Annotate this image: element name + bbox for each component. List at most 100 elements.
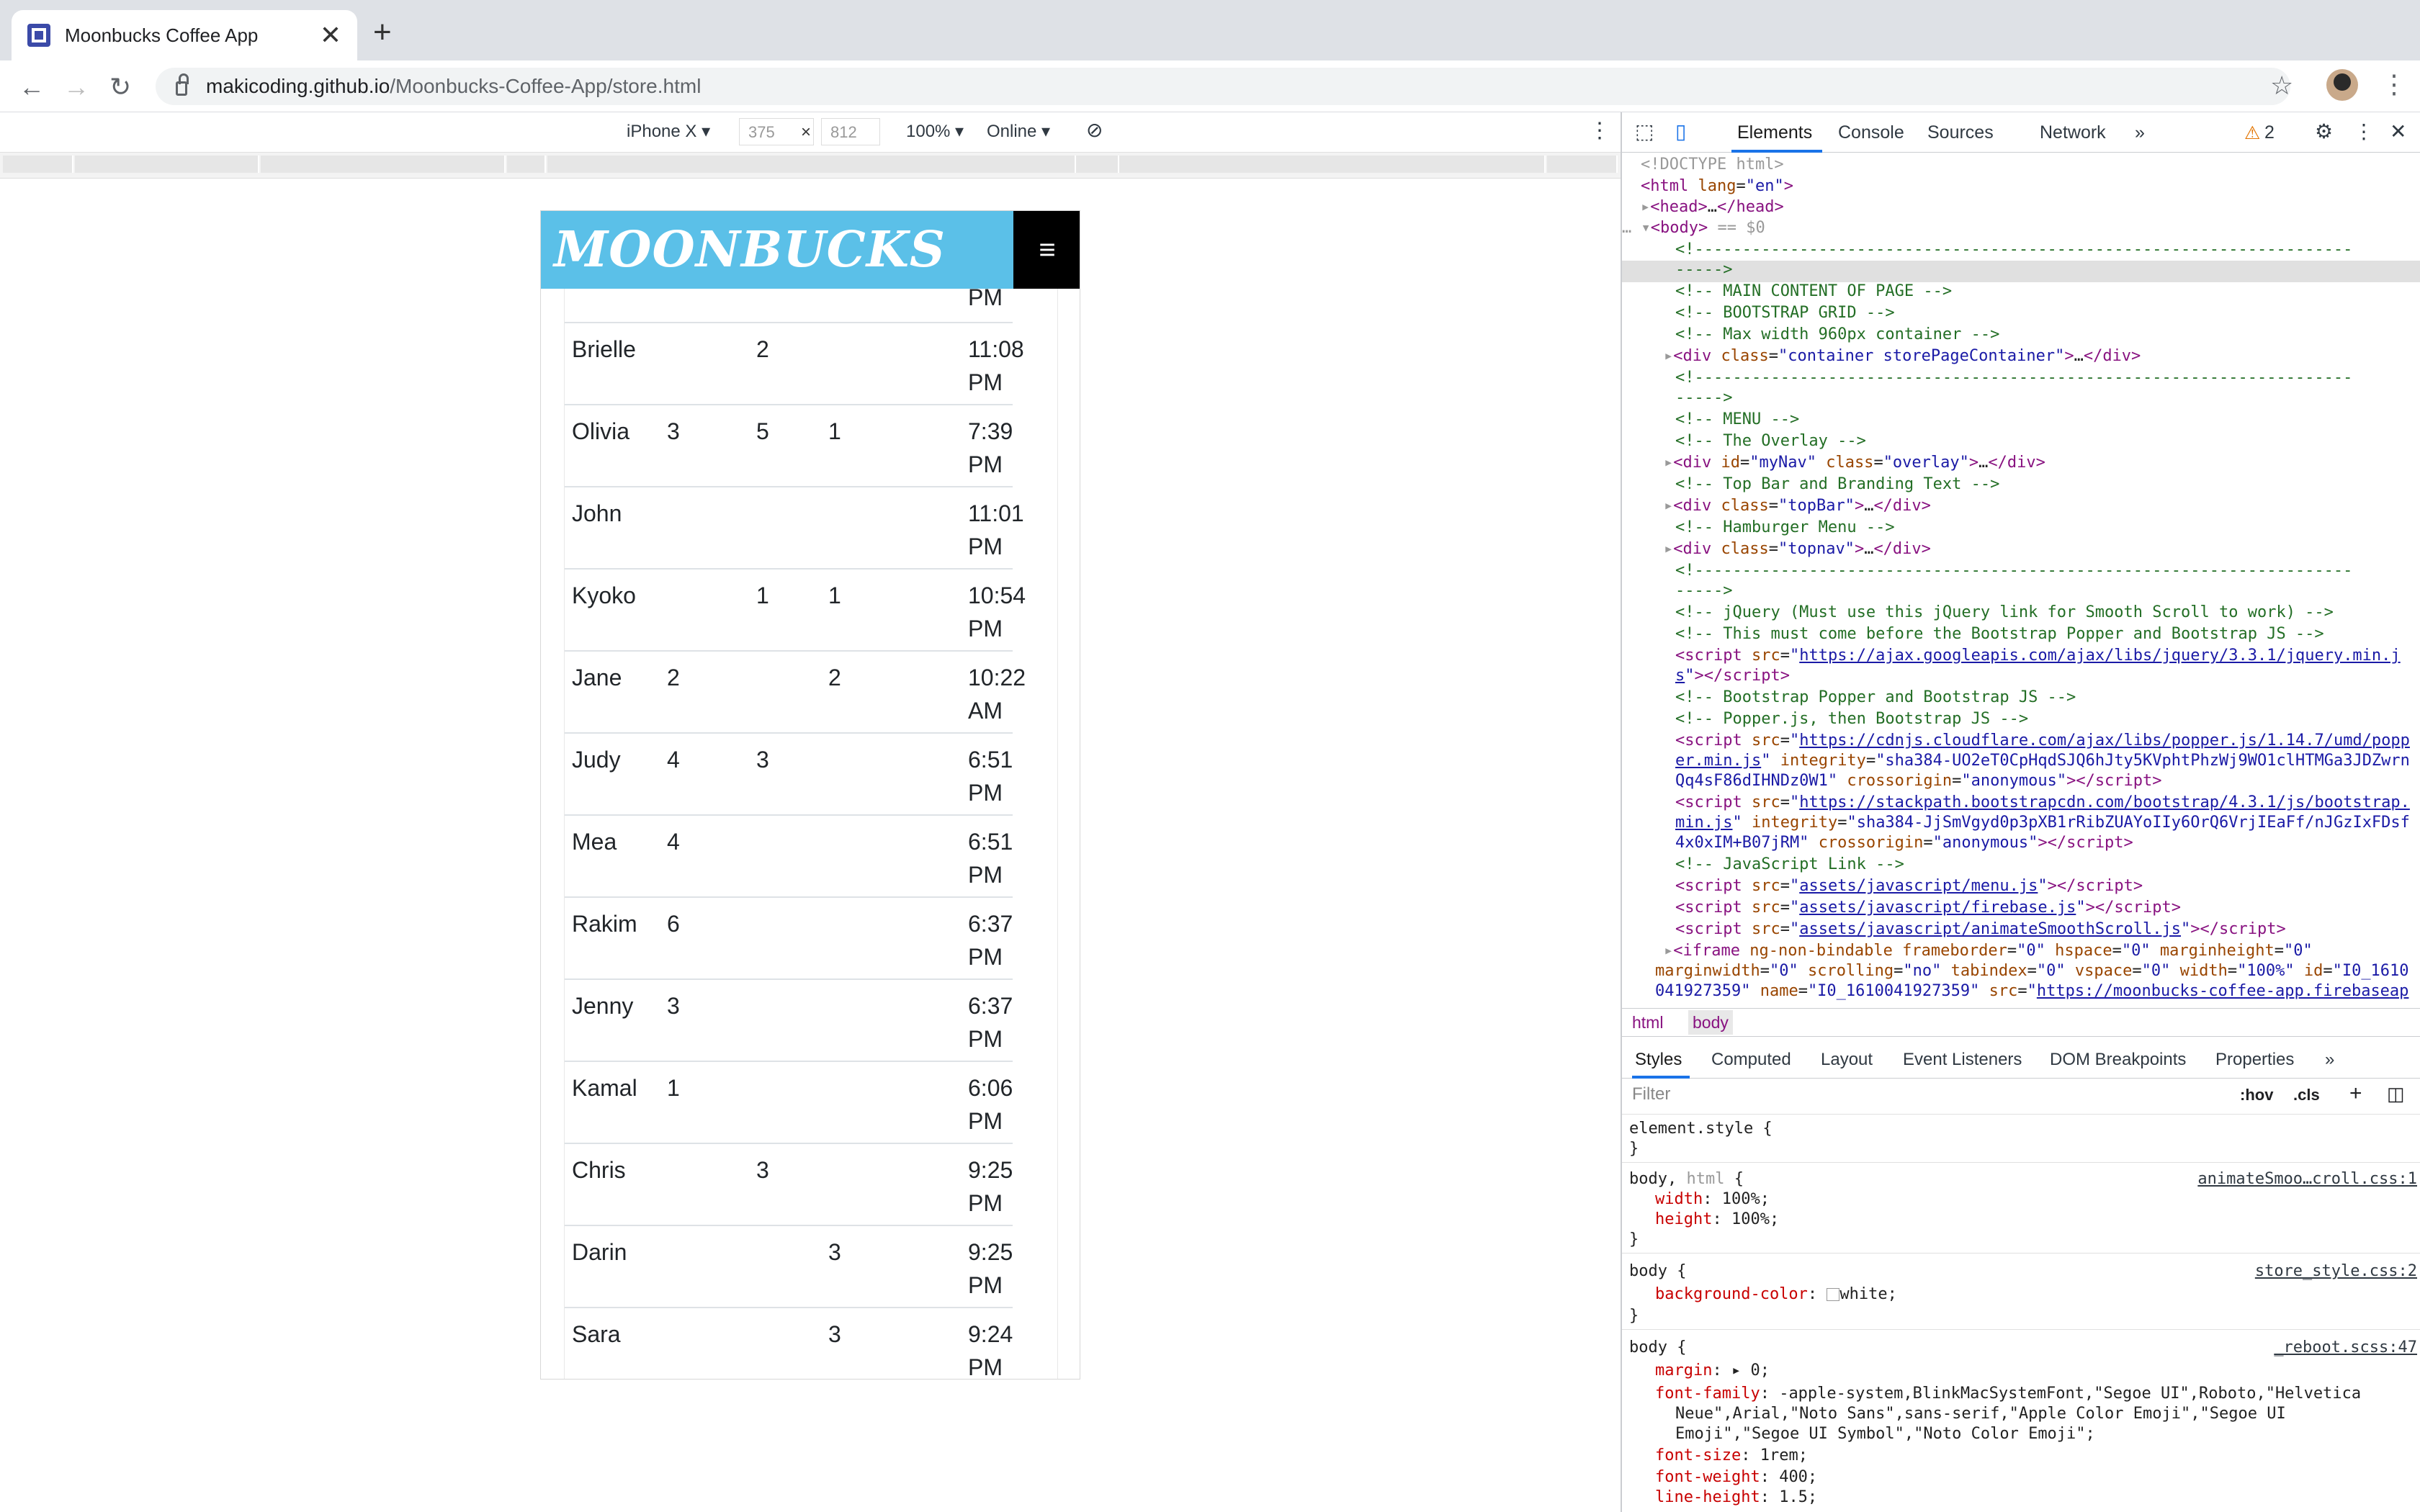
- browser-tab[interactable]: Moonbucks Coffee App ✕: [12, 10, 357, 60]
- quantity-a: 4: [667, 829, 680, 855]
- devtools-panel: ⬚ ▯ Elements Console Sources Network » ⚠…: [1621, 112, 2420, 1512]
- warning-count: 2: [2264, 122, 2275, 143]
- style-source-link[interactable]: animateSmoo…croll.css:1: [2197, 1169, 2417, 1189]
- styles-subtabs: Styles Computed Layout Event Listeners D…: [1622, 1041, 2420, 1079]
- quantity-a: 1: [667, 1075, 680, 1101]
- order-time: 6:06: [968, 1075, 1013, 1101]
- tab-event-listeners[interactable]: Event Listeners: [1903, 1050, 2022, 1070]
- tab-title: Moonbucks Coffee App: [65, 24, 259, 46]
- order-time-ampm: PM: [968, 534, 1003, 559]
- favicon-icon: [27, 24, 50, 47]
- styles-filter-input[interactable]: Filter: [1632, 1084, 2251, 1109]
- device-more-icon[interactable]: ⋮: [1589, 118, 1610, 143]
- tab-styles[interactable]: Styles: [1635, 1050, 1682, 1070]
- emulated-page: PM Brielle 2 11:08 PM Olivia 3 5 1 7:39 PM John 11:…: [540, 210, 1080, 1380]
- order-time-ampm: PM: [968, 944, 1003, 970]
- tab-elements[interactable]: Elements: [1737, 122, 1812, 143]
- back-icon[interactable]: ←: [19, 72, 45, 102]
- zoom-select[interactable]: 100% ▾: [906, 121, 964, 142]
- quantity-a: 2: [667, 665, 680, 690]
- url-host: makicoding.github.io: [206, 75, 390, 97]
- media-query-ruler: [0, 153, 1621, 179]
- device-toggle-icon[interactable]: ▯: [1675, 120, 1686, 143]
- order-time: 11:01: [968, 500, 1024, 526]
- customer-name: Olivia: [572, 418, 630, 444]
- new-tab-icon[interactable]: +: [373, 14, 392, 50]
- styles-pane: element.style { } body, html { animateSm…: [1622, 1115, 2420, 1512]
- dimension-times: ×: [801, 122, 812, 142]
- devtools-tabs: ⬚ ▯ Elements Console Sources Network » ⚠…: [1622, 112, 2420, 153]
- tab-sources[interactable]: Sources: [1927, 122, 1994, 143]
- profile-avatar[interactable]: [2326, 69, 2358, 101]
- tab-dom-breakpoints[interactable]: DOM Breakpoints: [2050, 1050, 2186, 1070]
- order-time-ampm: PM: [968, 1108, 1003, 1134]
- close-devtools-icon[interactable]: ✕: [2390, 120, 2406, 143]
- devtools-menu-icon[interactable]: ⋮: [2354, 120, 2374, 143]
- quantity-b: 3: [756, 747, 769, 773]
- table-row: Judy 4 3 6:51 PM: [565, 734, 1013, 816]
- address-bar[interactable]: makicoding.github.io/Moonbucks-Coffee-Ap…: [156, 68, 2290, 105]
- bookmark-star-icon[interactable]: ☆: [2270, 71, 2293, 101]
- rotate-icon[interactable]: ⊘: [1086, 118, 1103, 142]
- tab-strip: [0, 0, 2420, 60]
- close-tab-icon[interactable]: ✕: [320, 22, 341, 48]
- order-time: 11:08: [968, 336, 1024, 362]
- new-rule-icon[interactable]: +: [2349, 1081, 2362, 1106]
- orders-table: PM Brielle 2 11:08 PM Olivia 3 5 1 7:39 PM John 11:…: [564, 284, 1058, 1380]
- tab-properties[interactable]: Properties: [2215, 1050, 2294, 1070]
- device-select[interactable]: iPhone X ▾: [627, 121, 710, 142]
- order-time: 6:37: [968, 993, 1013, 1019]
- logo: MOONBUCKS: [554, 221, 946, 279]
- dom-breadcrumb: html body: [1622, 1008, 2420, 1037]
- order-time-ampm: PM: [968, 1272, 1003, 1298]
- quantity-c: 1: [828, 418, 841, 444]
- settings-gear-icon[interactable]: ⚙: [2315, 120, 2333, 143]
- selected-node-highlight: [1622, 261, 2420, 282]
- quantity-a: 3: [667, 993, 680, 1019]
- height-field[interactable]: 812: [821, 118, 880, 145]
- more-subtabs-icon[interactable]: »: [2325, 1050, 2334, 1070]
- order-time-ampm: AM: [968, 698, 1003, 724]
- forward-icon[interactable]: →: [63, 72, 89, 102]
- order-time: 9:25: [968, 1157, 1013, 1183]
- hamburger-menu-icon[interactable]: ≡: [1013, 211, 1080, 289]
- inspect-icon[interactable]: ⬚: [1635, 120, 1654, 143]
- browser-menu-icon[interactable]: ⋮: [2381, 69, 2407, 99]
- order-time-ampm: PM: [968, 1190, 1003, 1216]
- order-time-ampm: PM: [968, 1354, 1003, 1380]
- table-row: Chris 3 9:25 PM: [565, 1144, 1013, 1226]
- quantity-a: 3: [667, 418, 680, 444]
- table-row: Mea 4 6:51 PM: [565, 816, 1013, 898]
- style-source-link[interactable]: _reboot.scss:47: [2274, 1338, 2417, 1358]
- table-row: Sara 3 9:24 PM: [565, 1308, 1013, 1380]
- tab-layout[interactable]: Layout: [1821, 1050, 1873, 1070]
- quantity-b: 1: [756, 582, 769, 608]
- breadcrumb-body[interactable]: body: [1688, 1010, 1733, 1035]
- network-select[interactable]: Online ▾: [987, 121, 1050, 142]
- customer-name: Judy: [572, 747, 621, 773]
- customer-name: Kyoko: [572, 582, 636, 608]
- tab-computed[interactable]: Computed: [1711, 1050, 1791, 1070]
- tab-console[interactable]: Console: [1838, 122, 1904, 143]
- toggle-sidebar-icon[interactable]: ◫: [2387, 1083, 2405, 1105]
- customer-name: Rakim: [572, 911, 637, 937]
- customer-name: John: [572, 500, 622, 526]
- dom-tree: <!DOCTYPE html> <html lang="en"> ▸<head>…: [1622, 154, 2420, 1009]
- more-tabs-icon[interactable]: »: [2135, 122, 2145, 143]
- hov-toggle[interactable]: :hov: [2240, 1086, 2273, 1104]
- customer-name: Jenny: [572, 993, 634, 1019]
- quantity-b: 3: [756, 1157, 769, 1183]
- order-time-ampm: PM: [968, 780, 1003, 806]
- breadcrumb-html[interactable]: html: [1632, 1013, 1663, 1032]
- table-row: Kyoko 1 1 10:54 PM: [565, 570, 1026, 652]
- customer-name: Mea: [572, 829, 617, 855]
- order-time: 10:54: [968, 582, 1026, 608]
- quantity-b: 5: [756, 418, 769, 444]
- warning-icon[interactable]: ⚠: [2244, 122, 2260, 144]
- order-time-ampm: PM: [968, 369, 1003, 395]
- reload-icon[interactable]: ↻: [109, 72, 131, 102]
- lock-icon: [176, 73, 189, 96]
- cls-toggle[interactable]: .cls: [2293, 1086, 2320, 1104]
- tab-network[interactable]: Network: [2040, 122, 2106, 143]
- style-source-link[interactable]: store_style.css:2: [2255, 1261, 2417, 1282]
